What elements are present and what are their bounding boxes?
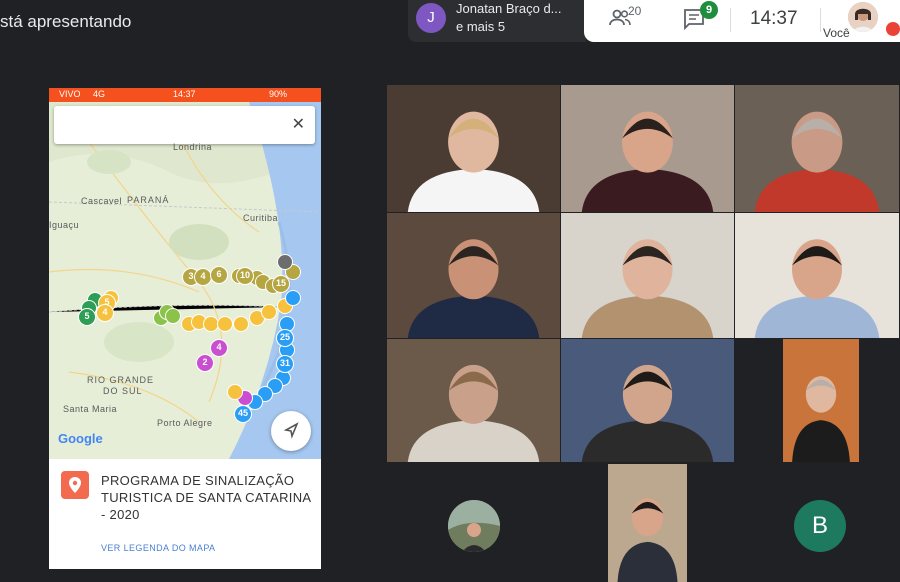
participant-video: [387, 339, 560, 462]
shared-screen: VIVO 4G 14:37 90% ✕ Londrina Cascavel PA…: [49, 88, 321, 569]
video-tile-participant-2[interactable]: [561, 85, 734, 212]
map-marker[interactable]: 25: [276, 329, 294, 347]
map-marker[interactable]: [277, 254, 293, 270]
battery: 90%: [269, 89, 288, 99]
presenter-avatar: J: [416, 3, 446, 33]
map-marker[interactable]: 10: [236, 267, 254, 285]
video-tile-participant-9[interactable]: [783, 339, 859, 462]
google-logo: Google: [58, 431, 103, 446]
map-marker[interactable]: 2: [196, 354, 214, 372]
mic-muted-icon: [886, 22, 900, 36]
participant-letter-avatar[interactable]: B: [794, 500, 846, 552]
close-icon[interactable]: ✕: [292, 114, 305, 134]
video-tile-participant-10[interactable]: [608, 464, 687, 582]
map-label-londrina: Londrina: [173, 142, 213, 152]
map-legend-link[interactable]: VER LEGENDA DO MAPA: [101, 543, 215, 553]
map-marker[interactable]: [165, 308, 181, 324]
participant-video: [387, 85, 560, 212]
avatar-photo: [448, 500, 500, 552]
self-avatar[interactable]: [848, 2, 878, 32]
chat-badge: 9: [700, 1, 718, 19]
people-count: 20: [628, 4, 642, 18]
map-marker[interactable]: 15: [272, 275, 290, 293]
map-pin-icon: [61, 471, 89, 499]
presenting-label: stá apresentando: [0, 12, 132, 31]
top-toolbar: 20 9 14:37 Você: [584, 0, 900, 42]
map-marker[interactable]: 31: [276, 355, 294, 373]
map-label-curitiba: Curitiba: [243, 213, 279, 223]
phone-time: 14:37: [173, 89, 196, 99]
navigation-arrow-icon: [283, 422, 299, 439]
map-label-cascavel: Cascavel: [81, 196, 123, 206]
presenter-chip[interactable]: J Jonatan Braço d... e mais 5: [408, 0, 586, 42]
map-title: PROGRAMA DE SINALIZAÇÃO TURISTICA DE SAN…: [101, 473, 311, 522]
network: 4G: [93, 89, 106, 99]
map-marker[interactable]: 5: [78, 308, 96, 326]
video-tile-participant-3[interactable]: [735, 85, 899, 212]
map-search-box[interactable]: ✕: [54, 106, 315, 144]
map-marker[interactable]: [261, 304, 277, 320]
participant-video: [387, 213, 560, 338]
participant-video: [783, 339, 859, 462]
map-label-santa-maria: Santa Maria: [63, 404, 118, 414]
clock-time: 14:37: [750, 8, 798, 29]
video-tile-participant-1[interactable]: [387, 85, 560, 212]
map-marker[interactable]: [285, 290, 301, 306]
video-tile-participant-7[interactable]: [387, 339, 560, 462]
meet-window: stá apresentando J Jonatan Braço d... e …: [0, 0, 900, 582]
self-label: Você: [823, 26, 850, 40]
carrier: VIVO: [59, 89, 81, 99]
participant-video: [561, 339, 734, 462]
toolbar-divider: [820, 8, 821, 32]
map-marker[interactable]: [227, 384, 243, 400]
presenter-more: e mais 5: [456, 19, 506, 34]
video-tile-participant-4[interactable]: [387, 213, 560, 338]
map-marker[interactable]: [233, 316, 249, 332]
map-label-do-sul: DO SUL: [103, 386, 143, 396]
presenter-name: Jonatan Braço d...: [456, 1, 562, 16]
map-label-porto-alegre: Porto Alegre: [157, 418, 213, 428]
video-tile-participant-6[interactable]: [735, 213, 899, 338]
participant-video: [735, 213, 899, 338]
toolbar-divider: [730, 8, 731, 32]
map-marker[interactable]: 4: [210, 339, 228, 357]
participant-video: [561, 85, 734, 212]
map-view[interactable]: ✕ Londrina Cascavel PARANÁ Curitiba Igua…: [49, 102, 321, 459]
participant-video: [608, 464, 687, 582]
participant-video: [735, 85, 899, 212]
participant-avatar[interactable]: [448, 500, 500, 552]
video-tile-participant-5[interactable]: [561, 213, 734, 338]
map-marker[interactable]: 6: [210, 266, 228, 284]
map-label-iguacu: Iguaçu: [49, 220, 80, 230]
map-label-parana: PARANÁ: [127, 195, 170, 205]
video-tile-participant-8[interactable]: [561, 339, 734, 462]
participant-video: [561, 213, 734, 338]
map-marker[interactable]: [217, 316, 233, 332]
map-marker[interactable]: 4: [96, 304, 114, 322]
map-marker[interactable]: 45: [234, 405, 252, 423]
navigation-button[interactable]: [271, 411, 311, 451]
map-label-rio-grande: RIO GRANDE: [87, 375, 155, 385]
phone-status-bar: VIVO 4G 14:37 90%: [49, 88, 321, 102]
